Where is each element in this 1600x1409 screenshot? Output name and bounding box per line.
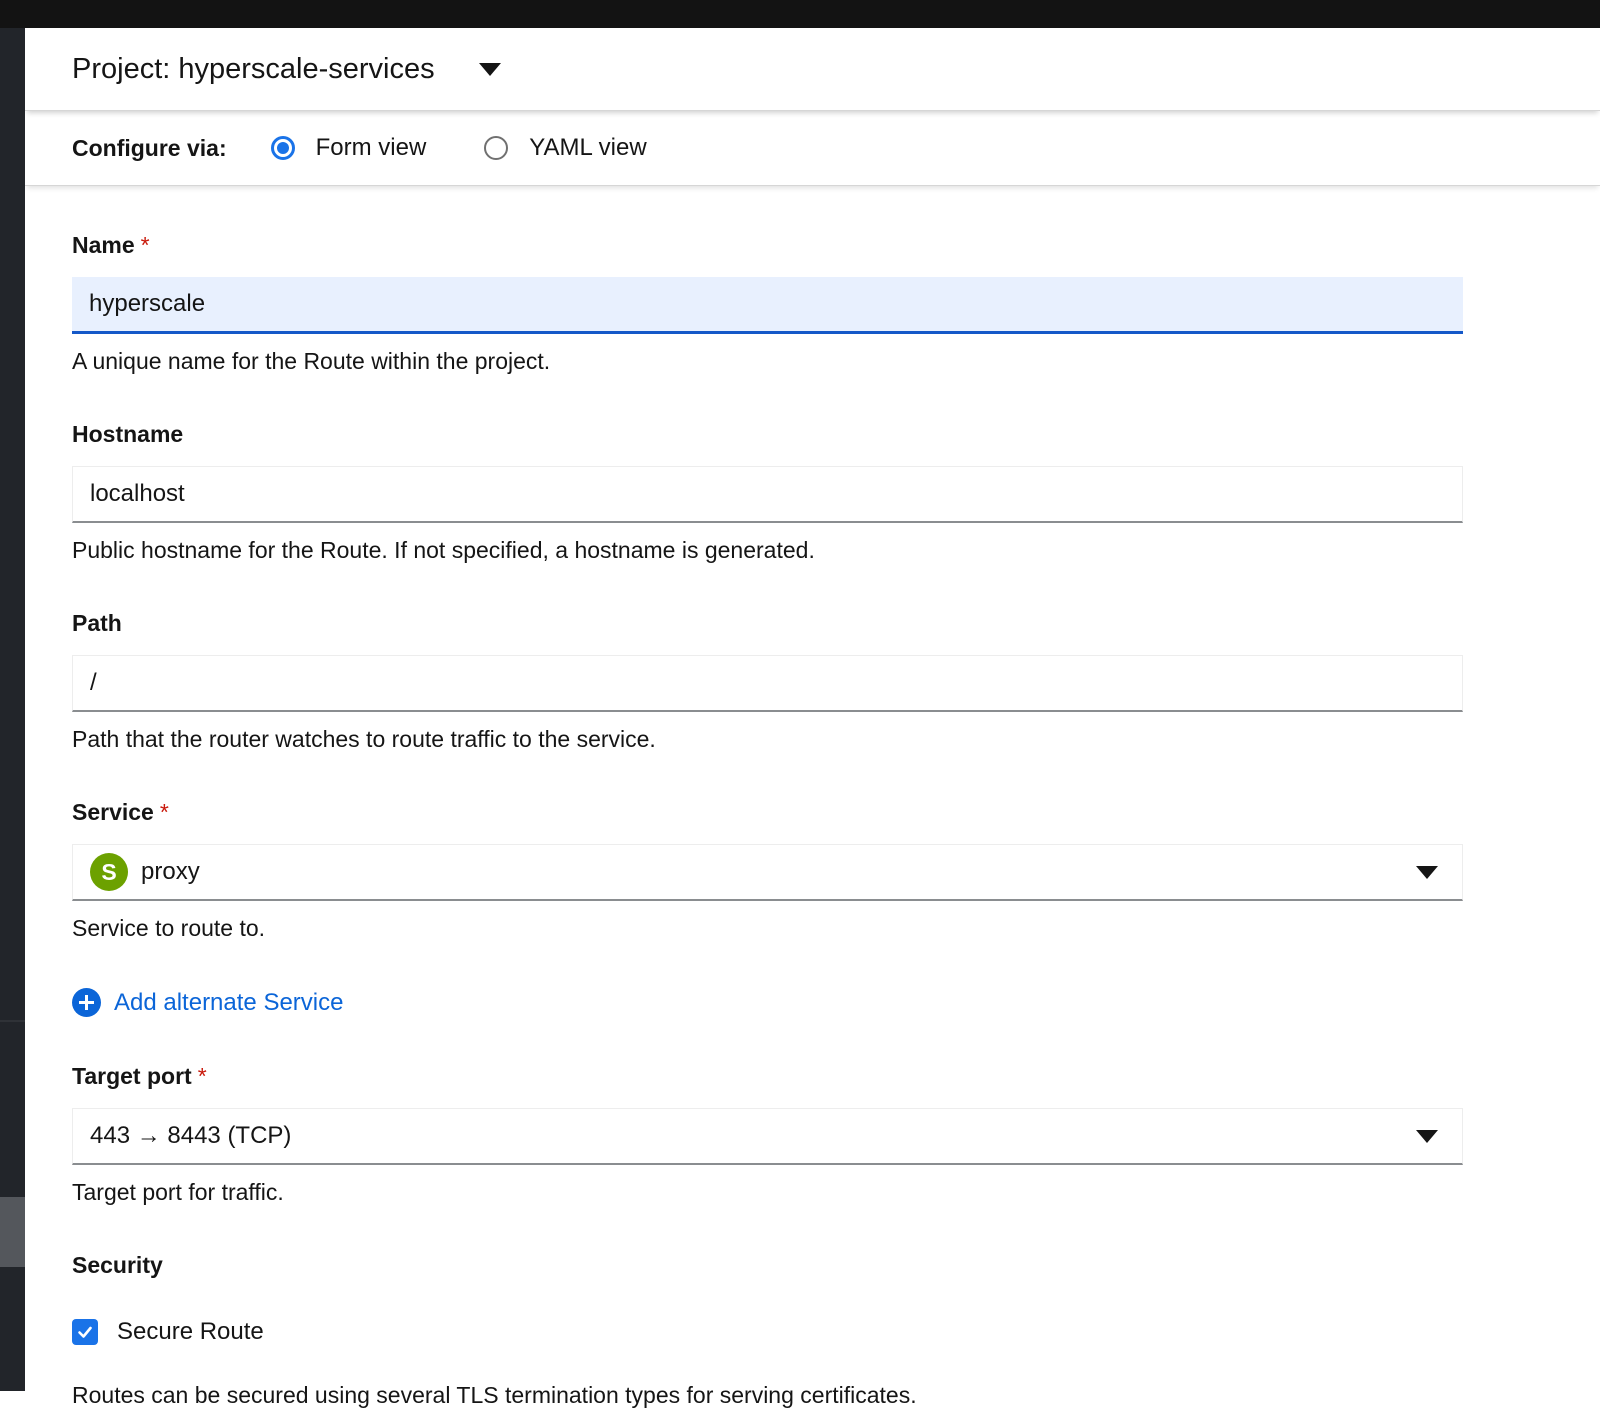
yaml-view-radio[interactable]: YAML view <box>484 134 646 162</box>
hostname-label: Hostname <box>72 421 1463 447</box>
configure-via-label: Configure via: <box>72 135 227 162</box>
configure-via-bar: Configure via: Form view YAML view <box>25 111 1600 186</box>
form-view-radio[interactable]: Form view <box>271 134 427 162</box>
left-nav-rail <box>0 28 25 1391</box>
service-label-text: Service <box>72 799 154 825</box>
name-label: Name* <box>72 232 1463 258</box>
target-port-help-text: Target port for traffic. <box>72 1179 1463 1206</box>
checkbox-checked-icon[interactable] <box>72 1319 98 1345</box>
add-alternate-service-label: Add alternate Service <box>114 989 343 1017</box>
name-help-text: A unique name for the Route within the p… <box>72 348 1463 375</box>
caret-down-icon <box>1416 1130 1438 1143</box>
service-field-group: Service* S proxy Service to route to. <box>72 799 1463 942</box>
radio-unchecked-icon <box>484 136 508 160</box>
secure-route-label: Secure Route <box>117 1318 264 1346</box>
caret-down-icon <box>1416 866 1438 879</box>
route-form: Name* A unique name for the Route within… <box>25 186 1600 1409</box>
rail-divider <box>0 1020 25 1022</box>
target-port-select-value: 443 → 8443 (TCP) <box>90 1122 291 1150</box>
service-select[interactable]: S proxy <box>72 844 1463 901</box>
form-view-radio-label: Form view <box>316 134 427 162</box>
path-help-text: Path that the router watches to route tr… <box>72 726 1463 753</box>
name-label-text: Name <box>72 232 135 258</box>
required-indicator: * <box>141 232 150 258</box>
rail-scrollbar-thumb[interactable] <box>0 1197 25 1267</box>
project-selector-label: Project: hyperscale-services <box>72 53 435 86</box>
plus-circle-icon <box>72 988 101 1017</box>
page-content: Project: hyperscale-services Configure v… <box>25 28 1600 1409</box>
target-port-select[interactable]: 443 → 8443 (TCP) <box>72 1108 1463 1165</box>
secure-route-checkbox-row[interactable]: Secure Route <box>72 1318 1463 1346</box>
security-heading: Security <box>72 1252 1463 1278</box>
path-label: Path <box>72 610 1463 636</box>
service-select-value: proxy <box>141 858 200 886</box>
yaml-view-radio-label: YAML view <box>529 134 646 162</box>
name-input[interactable] <box>72 277 1463 334</box>
checkmark-icon <box>76 1323 94 1341</box>
radio-checked-icon <box>271 136 295 160</box>
project-selector[interactable]: Project: hyperscale-services <box>72 53 501 86</box>
caret-down-icon <box>479 63 501 76</box>
add-alternate-service-link[interactable]: Add alternate Service <box>72 988 343 1017</box>
target-port-label-text: Target port <box>72 1063 192 1089</box>
service-help-text: Service to route to. <box>72 915 1463 942</box>
service-label: Service* <box>72 799 1463 825</box>
masthead <box>0 0 1600 28</box>
hostname-field-group: Hostname Public hostname for the Route. … <box>72 421 1463 564</box>
path-input[interactable] <box>72 655 1463 712</box>
security-help-text: Routes can be secured using several TLS … <box>72 1382 1463 1409</box>
hostname-help-text: Public hostname for the Route. If not sp… <box>72 537 1463 564</box>
required-indicator: * <box>160 799 169 825</box>
path-field-group: Path Path that the router watches to rou… <box>72 610 1463 753</box>
service-resource-icon: S <box>90 853 128 891</box>
name-field-group: Name* A unique name for the Route within… <box>72 232 1463 375</box>
target-port-label: Target port* <box>72 1063 1463 1089</box>
target-port-field-group: Target port* 443 → 8443 (TCP) Target por… <box>72 1063 1463 1206</box>
project-bar: Project: hyperscale-services <box>25 28 1600 111</box>
hostname-input[interactable] <box>72 466 1463 523</box>
required-indicator: * <box>198 1063 207 1089</box>
